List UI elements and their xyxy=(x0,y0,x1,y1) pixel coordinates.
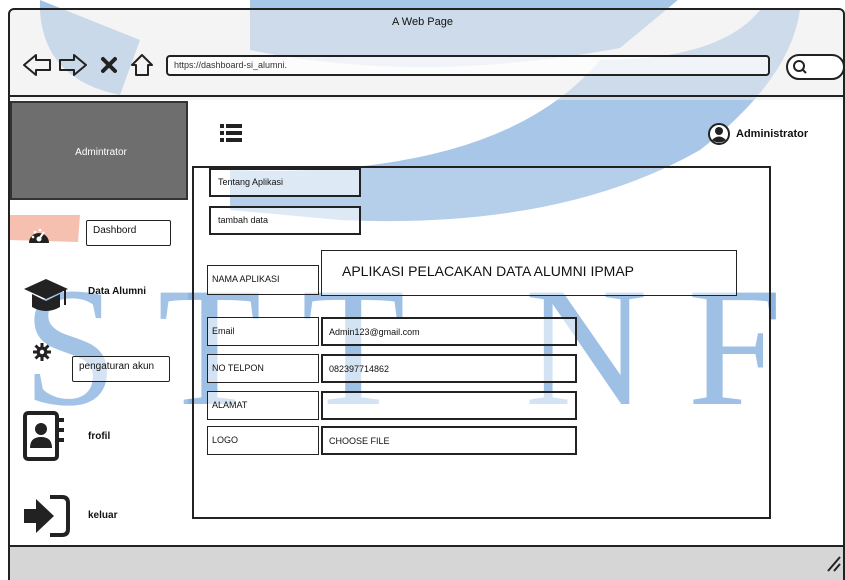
back-arrow-icon[interactable] xyxy=(22,53,52,77)
sidebar-item-data-alumni[interactable]: Data Alumni xyxy=(88,286,146,297)
graduation-cap-icon xyxy=(24,279,68,311)
email-label: Email xyxy=(207,317,319,346)
toolbar-divider xyxy=(10,95,843,97)
email-field[interactable]: Admin123@gmail.com xyxy=(321,317,577,346)
app-name-label: NAMA APLIKASI xyxy=(207,265,319,295)
window-title: A Web Page xyxy=(392,16,453,28)
phone-label: NO TELPON xyxy=(207,354,319,383)
app-name-value: APLIKASI PELACAKAN DATA ALUMNI IPMAP xyxy=(321,250,737,296)
sidebar-item-logout[interactable]: keluar xyxy=(88,510,117,521)
user-name: Administrator xyxy=(736,128,809,140)
forward-arrow-icon[interactable] xyxy=(58,53,88,77)
hamburger-menu-icon[interactable] xyxy=(220,122,242,144)
sidebar-header: Admintrator xyxy=(10,101,188,200)
address-field[interactable] xyxy=(321,391,577,420)
sidebar-item-dashboard[interactable]: Dashbord xyxy=(86,220,171,246)
phone-field[interactable]: 082397714862 xyxy=(321,354,577,383)
logo-label: LOGO xyxy=(207,426,319,455)
gear-icon xyxy=(33,343,51,361)
logout-arrow-icon xyxy=(24,495,70,537)
sidebar-title: Admintrator xyxy=(75,147,127,158)
profile-contact-icon xyxy=(23,411,64,461)
sidebar-item-account-settings[interactable]: pengaturan akun xyxy=(72,356,170,382)
browser-search-button[interactable] xyxy=(786,54,845,80)
address-label: ALAMAT xyxy=(207,391,319,420)
add-data-button[interactable]: tambah data xyxy=(209,206,361,235)
stop-icon[interactable] xyxy=(100,56,118,74)
search-icon xyxy=(793,60,807,74)
status-bar xyxy=(10,545,843,580)
dashboard-gauge-icon xyxy=(29,228,49,243)
logo-file-chooser[interactable]: CHOOSE FILE xyxy=(321,426,577,455)
sidebar-item-profile[interactable]: frofil xyxy=(88,431,110,442)
home-icon[interactable] xyxy=(129,52,155,78)
user-menu[interactable]: Administrator xyxy=(708,123,808,145)
about-app-button[interactable]: Tentang Aplikasi xyxy=(209,168,361,197)
user-avatar-icon xyxy=(708,123,730,145)
resize-grip-icon[interactable] xyxy=(826,553,842,573)
address-bar[interactable]: https://dashboard-si_alumni. xyxy=(166,55,770,76)
